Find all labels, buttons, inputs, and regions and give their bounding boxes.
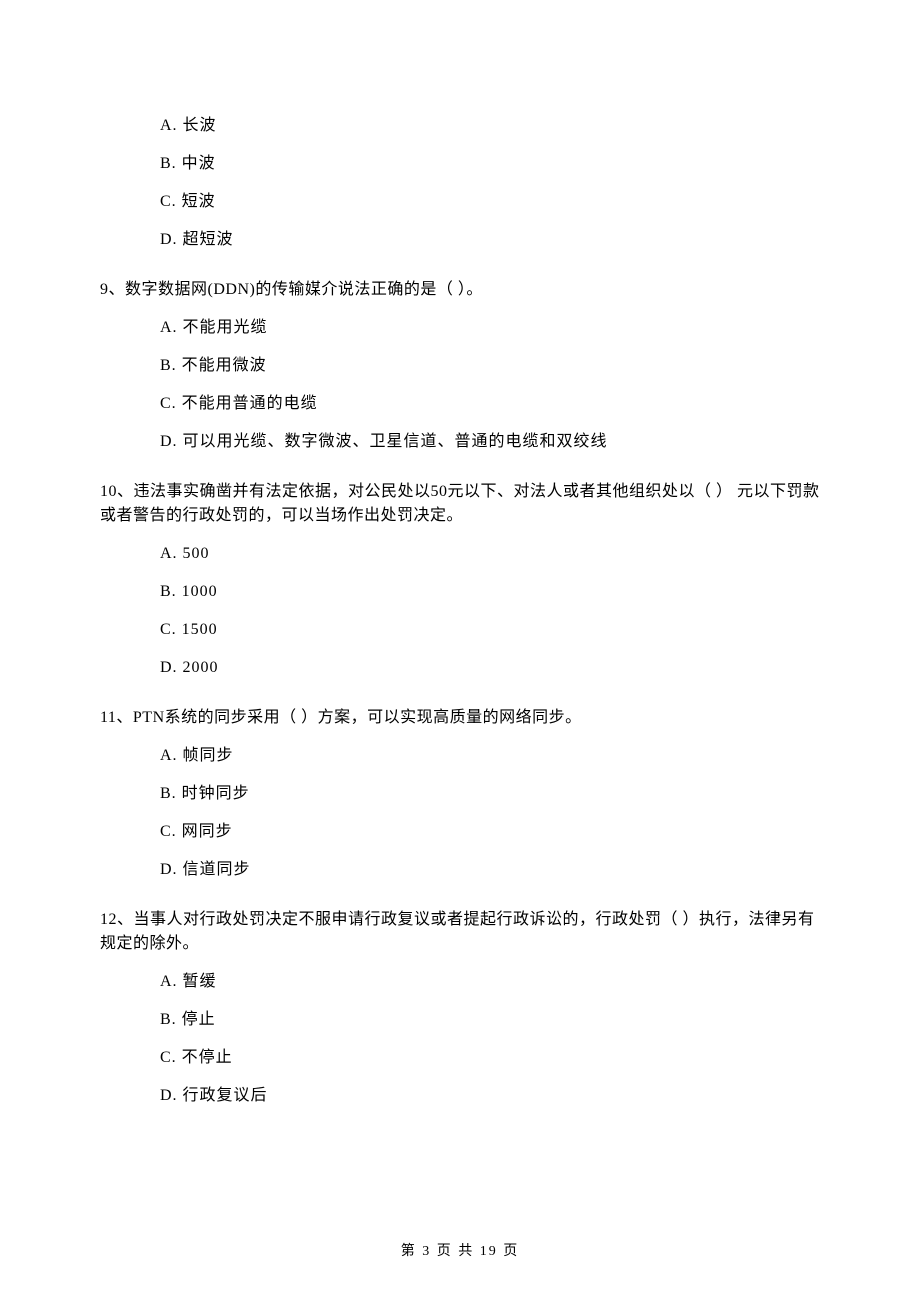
q9-stem: 9、数字数据网(DDN)的传输媒介说法正确的是（ ）。	[100, 278, 820, 302]
q12-option-b: B. 停止	[160, 1008, 820, 1032]
q9-option-a: A. 不能用光缆	[160, 316, 820, 340]
q10-option-c: C. 1500	[160, 618, 820, 642]
q8-option-c: C. 短波	[160, 190, 820, 214]
q8-option-b: B. 中波	[160, 152, 820, 176]
q11-stem: 11、PTN系统的同步采用（ ）方案，可以实现高质量的网络同步。	[100, 706, 820, 730]
q12-option-d: D. 行政复议后	[160, 1084, 820, 1108]
q11-option-c: C. 网同步	[160, 820, 820, 844]
q12-stem: 12、当事人对行政处罚决定不服申请行政复议或者提起行政诉讼的，行政处罚（ ）执行…	[100, 908, 820, 956]
q8-option-d: D. 超短波	[160, 228, 820, 252]
q9-option-b: B. 不能用微波	[160, 354, 820, 378]
q8-option-a: A. 长波	[160, 114, 820, 138]
q10-stem: 10、违法事实确凿并有法定依据，对公民处以50元以下、对法人或者其他组织处以（ …	[100, 480, 820, 528]
q10-option-a: A. 500	[160, 542, 820, 566]
q10-option-d: D. 2000	[160, 656, 820, 680]
q11-option-a: A. 帧同步	[160, 744, 820, 768]
exam-page: A. 长波 B. 中波 C. 短波 D. 超短波 9、数字数据网(DDN)的传输…	[0, 0, 920, 1302]
q11-option-d: D. 信道同步	[160, 858, 820, 882]
q10-option-b: B. 1000	[160, 580, 820, 604]
q12-option-a: A. 暂缓	[160, 970, 820, 994]
q9-option-c: C. 不能用普通的电缆	[160, 392, 820, 416]
q12-option-c: C. 不停止	[160, 1046, 820, 1070]
q9-option-d: D. 可以用光缆、数字微波、卫星信道、普通的电缆和双绞线	[160, 430, 820, 454]
page-footer: 第 3 页 共 19 页	[0, 1241, 920, 1262]
q11-option-b: B. 时钟同步	[160, 782, 820, 806]
